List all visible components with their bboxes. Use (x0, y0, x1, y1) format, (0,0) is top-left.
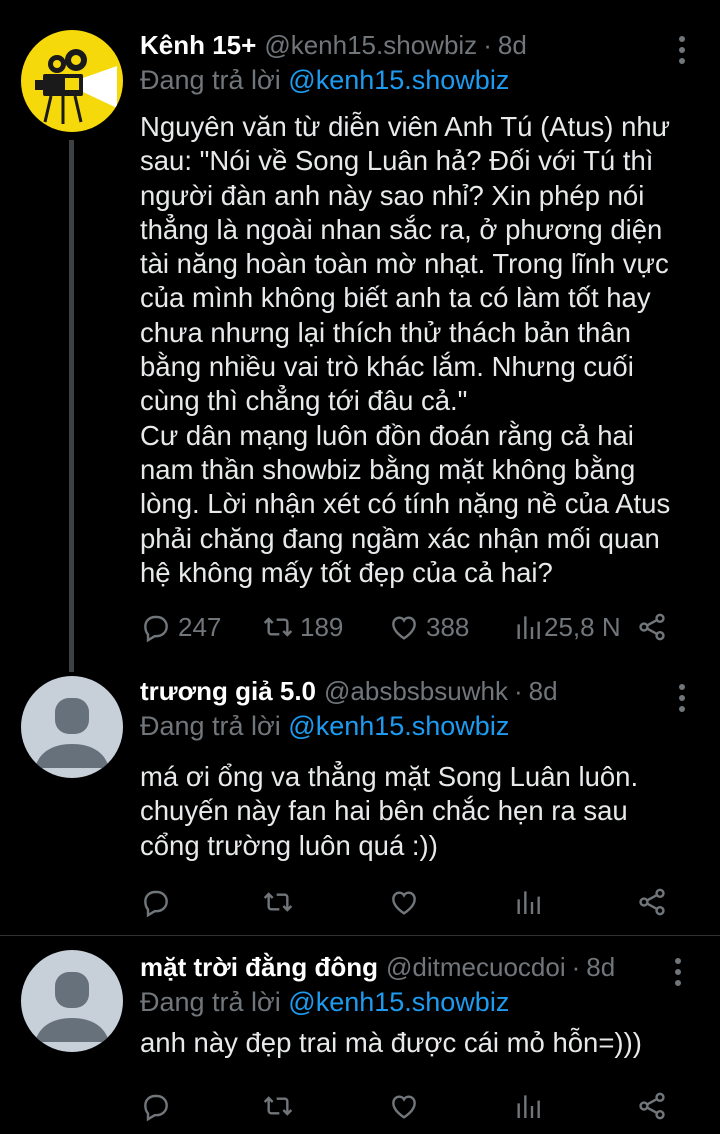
share-icon (639, 888, 665, 916)
more-options-button[interactable] (672, 36, 692, 64)
timestamp[interactable]: 8d (529, 674, 558, 708)
replying-to-mention[interactable]: @kenh15.showbiz (288, 65, 509, 95)
more-icon (675, 958, 681, 964)
replying-to: Đang trả lời @kenh15.showbiz (140, 62, 702, 98)
tweet-text: Nguyên văn từ diễn viên Anh Tú (Atus) nh… (140, 111, 671, 588)
more-icon (679, 36, 685, 42)
tweet-2[interactable]: trương giả 5.0 @absbsbsuwhk · 8d Đang tr… (0, 660, 720, 935)
retweet-icon (263, 892, 293, 912)
reply-button[interactable]: 247 (140, 607, 221, 647)
default-avatar-icon (35, 698, 109, 768)
replying-to-label: Đang trả lời (140, 987, 281, 1017)
reply-icon (144, 1094, 168, 1122)
like-icon (392, 891, 416, 915)
retweet-button[interactable] (262, 882, 294, 922)
retweet-button[interactable] (262, 1086, 294, 1126)
avatar-default[interactable] (21, 950, 123, 1052)
more-options-button[interactable] (668, 958, 688, 986)
retweet-button[interactable]: 189 (262, 607, 343, 647)
reply-count: 247 (178, 611, 222, 642)
share-button[interactable] (636, 1086, 668, 1126)
tweet-1[interactable]: Kênh 15+ @kenh15.showbiz · 8d Đang trả l… (0, 0, 720, 672)
like-icon (392, 616, 416, 640)
like-button[interactable] (388, 882, 420, 922)
views-count: 25,8 N (544, 611, 621, 642)
projector-logo-icon (35, 49, 117, 124)
tweet-header: trương giả 5.0 @absbsbsuwhk · 8d (140, 674, 702, 708)
replying-to-mention[interactable]: @kenh15.showbiz (288, 711, 509, 741)
views-button[interactable]: 25,8 N (512, 607, 621, 647)
replying-to-label: Đang trả lời (140, 711, 281, 741)
separator-dot: · (513, 676, 523, 706)
more-options-button[interactable] (672, 684, 692, 712)
reply-button[interactable] (140, 882, 172, 922)
tweet-actions (140, 882, 680, 922)
views-icon (517, 616, 540, 639)
replying-to-mention[interactable]: @kenh15.showbiz (288, 987, 509, 1017)
retweet-icon (263, 617, 293, 637)
reply-button[interactable] (140, 1086, 172, 1126)
share-button[interactable] (636, 607, 668, 647)
views-icon (517, 1095, 540, 1118)
tweet-3[interactable]: mặt trời đằng đông @ditmecuocdoi · 8d Đa… (0, 936, 720, 1134)
share-icon (639, 613, 665, 641)
retweet-count: 189 (300, 611, 344, 642)
separator-dot: · (483, 30, 492, 60)
avatar-kenh15[interactable] (21, 30, 123, 132)
like-button[interactable] (388, 1086, 420, 1126)
retweet-icon (263, 1096, 293, 1116)
timestamp[interactable]: 8d (498, 28, 527, 62)
replying-to: Đang trả lời @kenh15.showbiz (140, 984, 702, 1020)
tweet-header: mặt trời đằng đông @ditmecuocdoi · 8d (140, 950, 702, 984)
tweet-text: anh này đẹp trai mà được cái mỏ hỗn=))) (140, 1027, 642, 1058)
display-name[interactable]: Kênh 15+ (140, 28, 256, 62)
like-button[interactable]: 388 (388, 607, 469, 647)
replying-to-label: Đang trả lời (140, 65, 281, 95)
default-avatar-icon (35, 972, 109, 1042)
tweet-header: Kênh 15+ @kenh15.showbiz · 8d (140, 28, 702, 62)
views-icon (517, 891, 540, 914)
views-button[interactable] (512, 1086, 544, 1126)
tweet-actions (140, 1086, 680, 1126)
avatar-default[interactable] (21, 676, 123, 778)
tweet-text: má ơi ổng va thẳng mặt Song Luân luôn. c… (140, 761, 639, 861)
replying-to: Đang trả lời @kenh15.showbiz (140, 708, 702, 744)
thread-line (69, 140, 74, 672)
views-button[interactable] (512, 882, 544, 922)
share-button[interactable] (636, 882, 668, 922)
like-count: 388 (426, 611, 470, 642)
separator-dot: · (571, 952, 581, 982)
display-name[interactable]: mặt trời đằng đông (140, 950, 378, 984)
like-icon (392, 1095, 416, 1119)
display-name[interactable]: trương giả 5.0 (140, 674, 316, 708)
user-handle[interactable]: @ditmecuocdoi (386, 950, 566, 984)
more-icon (679, 684, 685, 690)
user-handle[interactable]: @absbsbsuwhk (324, 674, 508, 708)
reply-icon (144, 615, 168, 643)
user-handle[interactable]: @kenh15.showbiz (264, 28, 477, 62)
reply-icon (144, 890, 168, 918)
share-icon (639, 1092, 665, 1120)
timestamp[interactable]: 8d (586, 950, 615, 984)
tweet-actions: 247 189 388 25,8 N (140, 607, 680, 647)
